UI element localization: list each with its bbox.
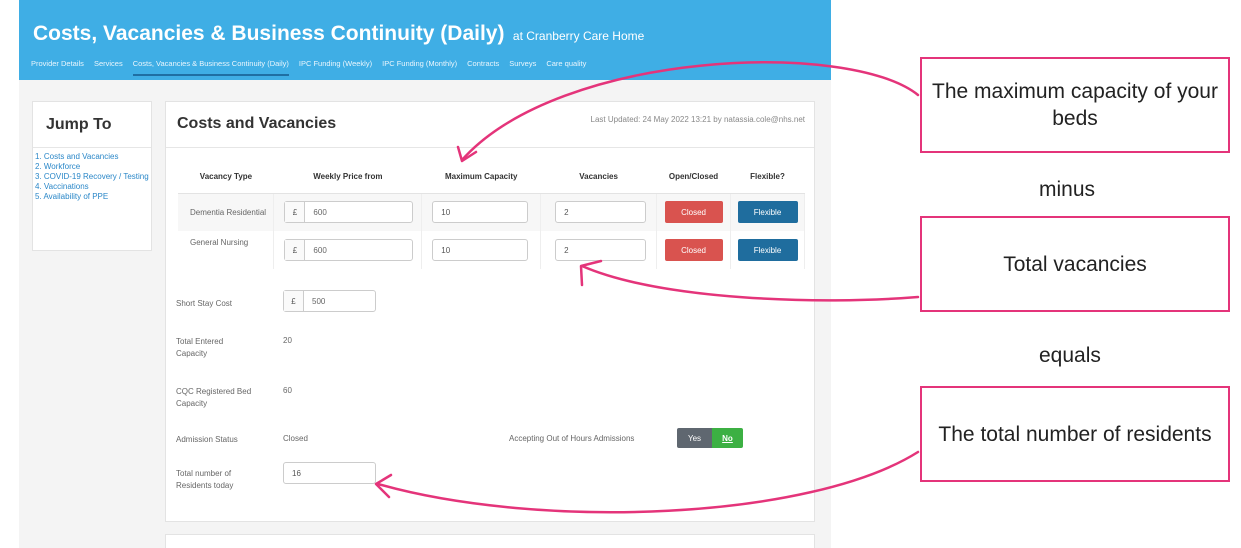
nav-costs-vacancies[interactable]: Costs, Vacancies & Business Continuity (… — [132, 59, 289, 76]
column-header: Maximum Capacity — [421, 161, 541, 194]
callout-total-vacancies: Total vacancies — [920, 216, 1230, 312]
column-header: Vacancies — [540, 161, 657, 194]
table-header-row: Vacancy Type Weekly Price from Maximum C… — [178, 161, 805, 194]
nav-contracts[interactable]: Contracts — [467, 59, 499, 76]
vacancies-cell: 2 — [540, 231, 658, 269]
jump-to-title: Jump To — [46, 116, 112, 133]
nav-ipc-weekly[interactable]: IPC Funding (Weekly) — [299, 59, 372, 76]
column-header: Open/Closed — [656, 161, 731, 194]
status-cell: Closed — [656, 231, 731, 269]
costs-vacancies-panel: Costs and Vacancies Last Updated: 24 May… — [165, 101, 815, 522]
table-row: Dementia Residential £ 600 10 2 Closed F… — [178, 193, 805, 231]
vacancies-input[interactable]: 2 — [555, 201, 647, 224]
page-title-subtitle: at Cranberry Care Home — [512, 29, 645, 43]
jump-link-costs[interactable]: 1. Costs and Vacancies — [33, 152, 149, 162]
currency-symbol: £ — [285, 240, 306, 260]
out-of-hours-toggle[interactable]: Yes No — [677, 428, 743, 448]
toggle-yes[interactable]: Yes — [677, 428, 712, 448]
page-header: Costs, Vacancies & Business Continuity (… — [19, 0, 831, 80]
currency-symbol: £ — [284, 291, 304, 311]
max-capacity-input[interactable]: 10 — [432, 201, 529, 224]
price-cell: £ 600 — [273, 231, 423, 269]
annotation-equals: equals — [1039, 344, 1101, 367]
max-capacity-input[interactable]: 10 — [432, 239, 529, 261]
vacancies-cell: 2 — [540, 193, 658, 231]
jump-link-vaccinations[interactable]: 4. Vaccinations — [33, 182, 149, 192]
capacity-cell: 10 — [421, 231, 542, 269]
page-title: Costs, Vacancies & Business Continuity (… — [33, 22, 644, 46]
panel-title: Costs and Vacancies — [177, 115, 337, 132]
nav-services[interactable]: Services — [94, 59, 123, 76]
out-of-hours-label: Accepting Out of Hours Admissions — [509, 434, 635, 443]
cqc-capacity-label: CQC Registered Bed Capacity — [176, 387, 252, 408]
callout-total-residents: The total number of residents — [920, 386, 1230, 482]
divider — [33, 147, 151, 148]
nav-provider-details[interactable]: Provider Details — [31, 59, 84, 76]
total-capacity-value: 20 — [283, 336, 292, 345]
vacancy-type-cell: General Nursing — [178, 231, 275, 269]
short-stay-value: 500 — [312, 296, 326, 306]
closed-button[interactable]: Closed — [664, 201, 723, 224]
jump-link-covid[interactable]: 3. COVID-19 Recovery / Testing — [33, 172, 149, 182]
next-panel — [165, 534, 815, 548]
vacancy-type-cell: Dementia Residential — [178, 193, 275, 231]
capacity-cell: 10 — [421, 193, 542, 231]
residents-label: Total number of Residents today — [176, 469, 234, 490]
nav-surveys[interactable]: Surveys — [509, 59, 536, 76]
admission-status-value: Closed — [283, 434, 308, 443]
jump-to-list: 1. Costs and Vacancies 2. Workforce 3. C… — [33, 152, 149, 202]
vacancy-table: Vacancy Type Weekly Price from Maximum C… — [178, 161, 805, 269]
flexible-cell: Flexible — [730, 193, 805, 231]
price-value: 600 — [313, 245, 327, 255]
price-input[interactable]: £ 600 — [284, 239, 414, 261]
currency-symbol: £ — [285, 202, 306, 223]
column-header: Vacancy Type — [178, 161, 274, 194]
flexible-cell: Flexible — [730, 231, 805, 269]
column-header: Flexible? — [730, 161, 805, 194]
total-capacity-label: Total Entered Capacity — [176, 337, 224, 358]
residents-input[interactable]: 16 — [283, 462, 376, 484]
toggle-no[interactable]: No — [712, 428, 743, 448]
vacancies-input[interactable]: 2 — [555, 239, 647, 261]
admission-status-label: Admission Status — [176, 435, 238, 444]
top-nav: Provider Details Services Costs, Vacanci… — [31, 59, 586, 76]
nav-ipc-monthly[interactable]: IPC Funding (Monthly) — [382, 59, 457, 76]
callout-max-capacity: The maximum capacity of your beds — [920, 57, 1230, 153]
app-screenshot: Costs, Vacancies & Business Continuity (… — [19, 0, 831, 548]
jump-link-workforce[interactable]: 2. Workforce — [33, 162, 149, 172]
cqc-capacity-value: 60 — [283, 386, 292, 395]
divider — [166, 147, 814, 148]
page-title-main: Costs, Vacancies & Business Continuity (… — [33, 22, 505, 45]
closed-button[interactable]: Closed — [664, 239, 723, 261]
annotation-minus: minus — [1039, 178, 1096, 201]
table-row: General Nursing £ 600 10 2 Closed Flexib… — [178, 231, 805, 269]
jump-link-ppe[interactable]: 5. Availability of PPE — [33, 192, 149, 202]
flexible-button[interactable]: Flexible — [737, 239, 798, 261]
price-input[interactable]: £ 600 — [284, 201, 414, 224]
short-stay-label: Short Stay Cost — [176, 299, 233, 308]
price-cell: £ 600 — [273, 193, 423, 231]
status-cell: Closed — [656, 193, 731, 231]
price-value: 600 — [313, 207, 327, 217]
column-header: Weekly Price from — [273, 161, 422, 194]
flexible-button[interactable]: Flexible — [737, 201, 798, 224]
last-updated-text: Last Updated: 24 May 2022 13:21 by natas… — [590, 115, 805, 124]
short-stay-input[interactable]: £ 500 — [283, 290, 376, 312]
nav-care-quality[interactable]: Care quality — [546, 59, 586, 76]
jump-to-panel: Jump To 1. Costs and Vacancies 2. Workfo… — [32, 101, 152, 251]
